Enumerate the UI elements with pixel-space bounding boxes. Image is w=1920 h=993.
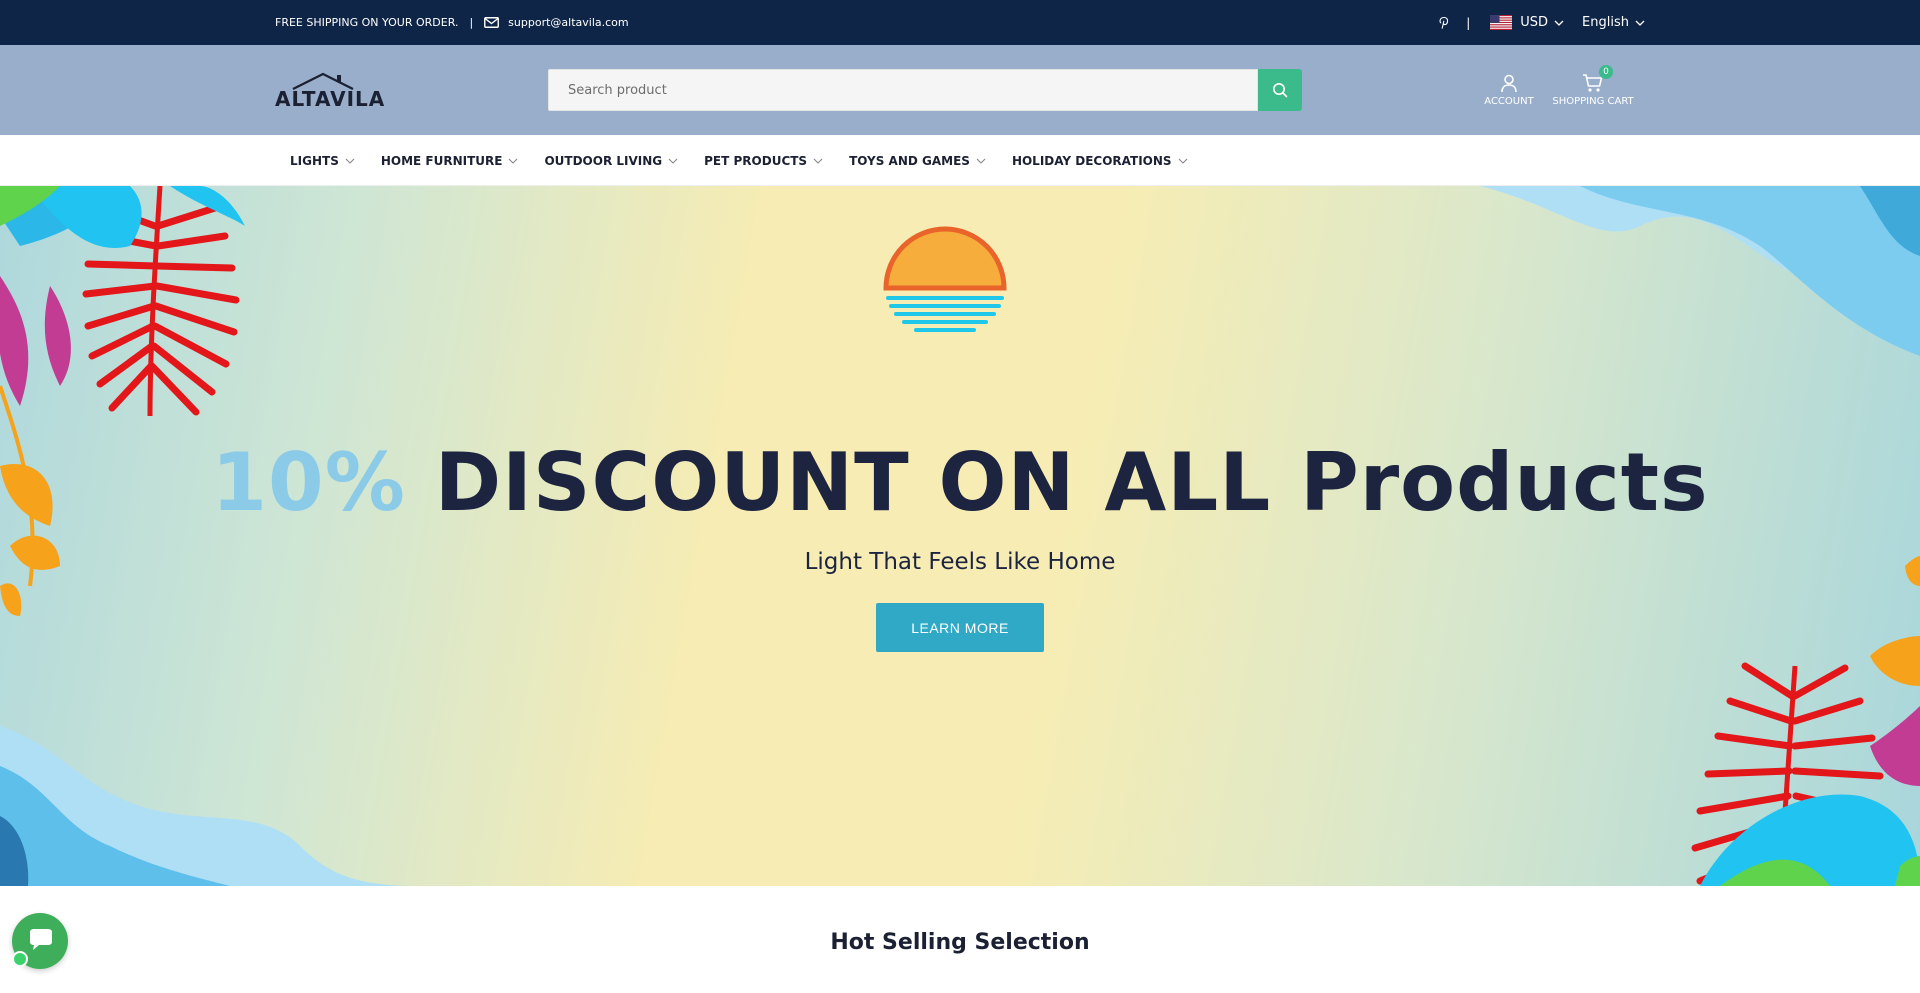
topbar-left: FREE SHIPPING ON YOUR ORDER. | support@a…	[275, 0, 629, 45]
chevron-down-icon	[668, 158, 678, 164]
nav-label: OUTDOOR LIVING	[544, 153, 663, 168]
top-bar: FREE SHIPPING ON YOUR ORDER. | support@a…	[0, 0, 1920, 45]
cart-count-badge: 0	[1599, 65, 1613, 79]
cart-label: SHOPPING CART	[1552, 96, 1634, 107]
discount-percent: 10%	[211, 436, 406, 529]
chevron-down-icon	[1554, 20, 1564, 26]
search-button[interactable]	[1258, 69, 1302, 111]
site-header: ALTAVILA ACCOUNT 0 SHOPPING CART	[0, 45, 1920, 135]
account-link[interactable]: ACCOUNT	[1482, 73, 1536, 107]
chevron-down-icon	[813, 158, 823, 164]
nav-label: LIGHTS	[290, 153, 339, 168]
language-selector[interactable]: English	[1582, 15, 1645, 30]
section-title: Hot Selling Selection	[830, 930, 1090, 955]
nav-item-holiday-decorations[interactable]: HOLIDAY DECORATIONS	[1012, 154, 1188, 168]
free-shipping-text: FREE SHIPPING ON YOUR ORDER.	[275, 16, 459, 29]
user-icon	[1501, 74, 1517, 93]
pinterest-icon[interactable]	[1438, 16, 1450, 30]
shopping-cart-link[interactable]: 0 SHOPPING CART	[1548, 65, 1638, 107]
nav-item-outdoor-living[interactable]: OUTDOOR LIVING	[544, 154, 678, 168]
nav-item-lights[interactable]: LIGHTS	[290, 154, 355, 168]
logo-text: ALTAVILA	[275, 87, 386, 111]
hero-banner: 10% DISCOUNT ON ALL Products Light That …	[0, 186, 1920, 886]
chevron-down-icon	[1635, 20, 1645, 26]
account-label: ACCOUNT	[1484, 96, 1534, 107]
topbar-separator: |	[469, 16, 474, 29]
chat-widget-button[interactable]	[12, 913, 68, 969]
chevron-down-icon	[976, 158, 986, 164]
hero-headline: 10% DISCOUNT ON ALL Products	[0, 436, 1920, 529]
search-input[interactable]	[548, 69, 1258, 111]
nav-item-pet-products[interactable]: PET PRODUCTS	[704, 154, 823, 168]
nav-label: TOYS AND GAMES	[849, 153, 970, 168]
sunset-logo-icon	[883, 226, 1007, 332]
nav-label: HOLIDAY DECORATIONS	[1011, 153, 1172, 168]
headline-text: DISCOUNT ON ALL Products	[434, 436, 1709, 529]
us-flag-icon	[1490, 15, 1513, 30]
language-label: English	[1582, 15, 1629, 30]
chat-bubble-icon	[30, 929, 52, 950]
search-bar	[548, 69, 1302, 111]
main-navigation: LIGHTS HOME FURNITURE OUTDOOR LIVING PET…	[0, 135, 1920, 186]
chevron-down-icon	[345, 158, 355, 164]
chevron-down-icon	[1178, 158, 1187, 164]
nav-item-toys-and-games[interactable]: TOYS AND GAMES	[849, 154, 986, 168]
topbar-divider: |	[1466, 15, 1471, 30]
topbar-right: | USD English	[1438, 0, 1645, 45]
nav-item-home-furniture[interactable]: HOME FURNITURE	[381, 154, 519, 168]
currency-label: USD	[1520, 15, 1549, 30]
online-status-dot	[12, 951, 28, 967]
support-email-link[interactable]: support@altavila.com	[508, 16, 628, 29]
chevron-down-icon	[509, 158, 518, 164]
currency-selector[interactable]: USD	[1484, 15, 1564, 30]
mail-icon	[484, 17, 500, 28]
search-icon	[1273, 83, 1288, 98]
hero-subline: Light That Feels Like Home	[804, 549, 1116, 575]
nav-label: HOME FURNITURE	[380, 153, 503, 168]
altavila-logo[interactable]: ALTAVILA	[275, 71, 384, 113]
nav-label: PET PRODUCTS	[704, 153, 808, 168]
learn-more-button[interactable]: LEARN MORE	[876, 603, 1044, 652]
